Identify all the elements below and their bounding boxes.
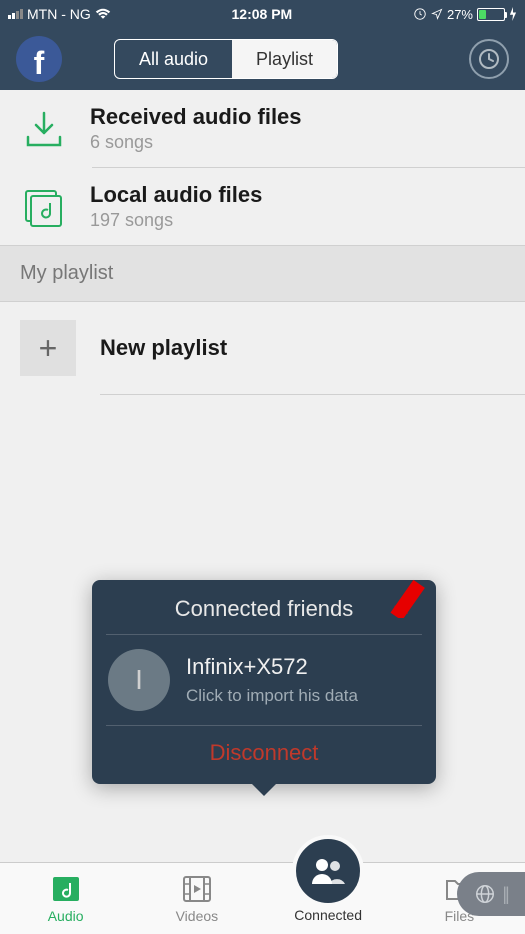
app-header: f All audio Playlist bbox=[0, 28, 525, 90]
tab-playlist[interactable]: Playlist bbox=[232, 40, 337, 78]
divider bbox=[106, 725, 422, 726]
divider bbox=[100, 394, 525, 395]
carrier-label: MTN - NG bbox=[27, 6, 91, 22]
friend-name: Infinix+X572 bbox=[186, 654, 358, 680]
nav-videos-label: Videos bbox=[176, 908, 219, 924]
globe-icon bbox=[474, 883, 496, 905]
local-title: Local audio files bbox=[90, 182, 262, 208]
nav-connected[interactable]: Connected bbox=[263, 863, 394, 934]
signal-icon bbox=[8, 9, 23, 19]
edge-panel-button[interactable]: || bbox=[457, 872, 525, 916]
friend-row[interactable]: I Infinix+X572 Click to import his data bbox=[108, 635, 420, 725]
people-icon bbox=[309, 856, 347, 886]
local-audio-row[interactable]: Local audio files 197 songs bbox=[0, 168, 525, 245]
popup-title: Connected friends bbox=[108, 596, 420, 622]
received-audio-row[interactable]: Received audio files 6 songs bbox=[0, 90, 525, 167]
wifi-icon bbox=[95, 8, 111, 20]
history-button[interactable] bbox=[469, 39, 509, 79]
clock-icon bbox=[477, 47, 501, 71]
nav-audio[interactable]: Audio bbox=[0, 863, 131, 934]
battery-icon bbox=[477, 8, 505, 21]
audio-icon bbox=[49, 874, 83, 904]
plus-icon: + bbox=[20, 320, 76, 376]
local-sub: 197 songs bbox=[90, 210, 262, 231]
clock-label: 12:08 PM bbox=[111, 6, 413, 22]
popup-caret-icon bbox=[250, 782, 278, 796]
nav-videos[interactable]: Videos bbox=[131, 863, 262, 934]
connected-bubble[interactable] bbox=[292, 835, 364, 907]
nav-connected-label: Connected bbox=[294, 907, 362, 923]
download-icon bbox=[20, 108, 68, 150]
audio-segmented-control: All audio Playlist bbox=[114, 39, 338, 79]
my-playlist-header: My playlist bbox=[0, 245, 525, 302]
facebook-icon[interactable]: f bbox=[16, 36, 62, 82]
nav-audio-label: Audio bbox=[48, 908, 84, 924]
avatar: I bbox=[108, 649, 170, 711]
bottom-nav: Audio Videos Connected Files bbox=[0, 862, 525, 934]
received-title: Received audio files bbox=[90, 104, 302, 130]
battery-pct-label: 27% bbox=[447, 7, 473, 22]
received-sub: 6 songs bbox=[90, 132, 302, 153]
videos-icon bbox=[180, 874, 214, 904]
tab-all-audio[interactable]: All audio bbox=[115, 40, 232, 78]
disconnect-button[interactable]: Disconnect bbox=[108, 740, 420, 766]
playlist-list: Received audio files 6 songs Local audio… bbox=[0, 90, 525, 245]
new-playlist-row[interactable]: + New playlist bbox=[0, 302, 525, 394]
new-playlist-label: New playlist bbox=[100, 335, 227, 361]
grip-icon: || bbox=[502, 884, 507, 905]
status-bar: MTN - NG 12:08 PM 27% bbox=[0, 0, 525, 28]
charging-icon bbox=[509, 7, 517, 21]
rotation-lock-icon bbox=[413, 7, 427, 21]
friend-sub: Click to import his data bbox=[186, 686, 358, 706]
connected-friends-popup: Connected friends I Infinix+X572 Click t… bbox=[92, 580, 436, 784]
music-folder-icon bbox=[20, 186, 68, 228]
location-icon bbox=[431, 8, 443, 20]
